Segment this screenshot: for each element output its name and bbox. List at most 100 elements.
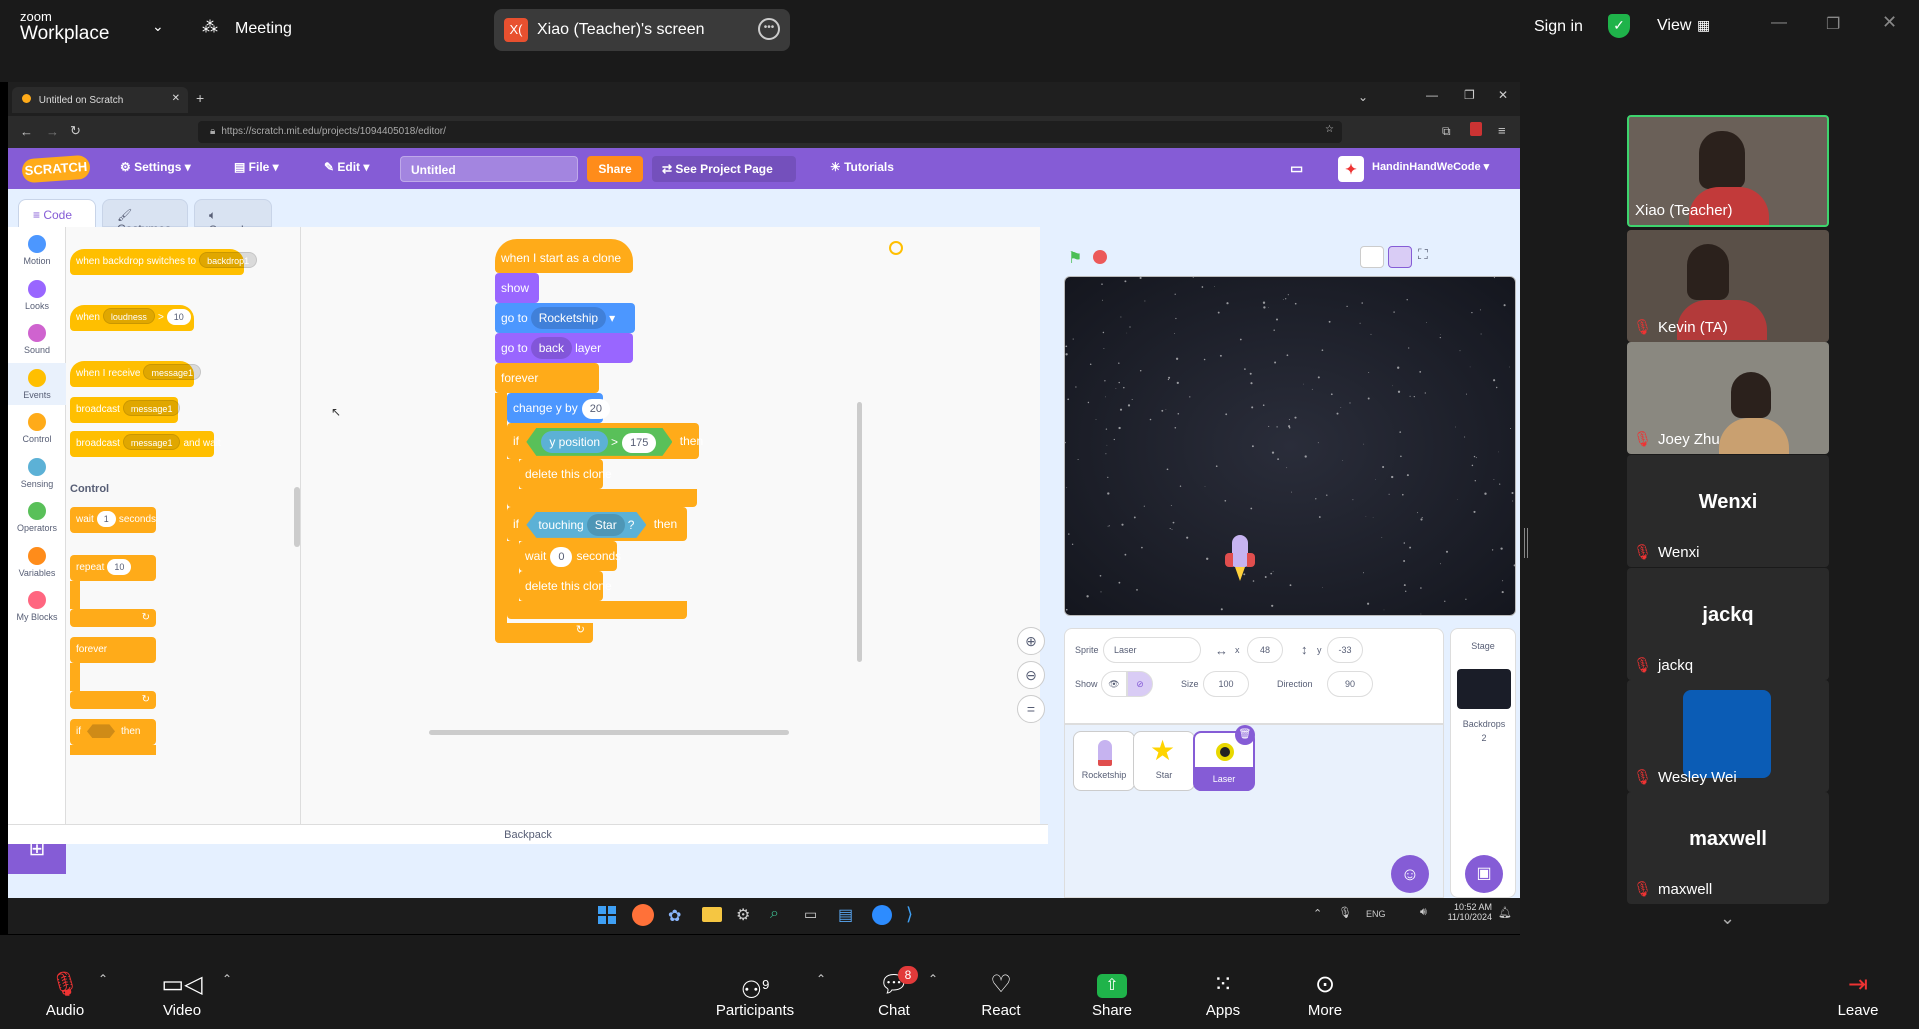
y-input[interactable]: -33 — [1327, 637, 1363, 663]
folder-icon[interactable]: ▭ — [1290, 160, 1303, 177]
backdrop-dropdown[interactable]: backdrop1 — [199, 252, 258, 268]
user-menu[interactable]: HandinHandWeCode ▾ — [1372, 160, 1489, 173]
choose-backdrop-button[interactable]: ▣ — [1465, 855, 1503, 893]
file-explorer-icon[interactable] — [702, 907, 722, 922]
block-delete-this-clone[interactable]: delete this clone — [519, 459, 612, 489]
category-looks[interactable]: Looks — [8, 274, 66, 316]
tutorials-menu[interactable]: ☀ Tutorials — [830, 160, 894, 174]
change-y-input[interactable]: 20 — [581, 399, 610, 419]
tray-language[interactable]: ENG — [1366, 909, 1386, 919]
settings-menu[interactable]: ⚙ Settings ▾ — [120, 160, 191, 174]
tab-list-icon[interactable]: ⌄ — [1358, 90, 1368, 104]
category-sensing[interactable]: Sensing — [8, 452, 66, 494]
green-flag-icon[interactable]: ⚑ — [1068, 248, 1082, 268]
tray-chevron-up-icon[interactable]: ⌃ — [1313, 907, 1322, 920]
size-input[interactable]: 100 — [1203, 671, 1249, 697]
stop-icon[interactable] — [1093, 250, 1107, 264]
show-visible-toggle[interactable]: 👁︎ — [1101, 671, 1127, 697]
direction-input[interactable]: 90 — [1327, 671, 1373, 697]
vscode-icon[interactable]: ⟩ — [906, 904, 913, 925]
normal-stage-button[interactable] — [1388, 246, 1412, 268]
zoom-out-button[interactable]: ⊖ — [1017, 661, 1045, 689]
message-dropdown[interactable]: message1 — [143, 364, 202, 380]
block-if-touching[interactable]: if touching Star? then — [507, 507, 687, 541]
search-app-icon[interactable]: ⌕ — [770, 905, 779, 923]
block-wait-seconds[interactable]: wait 0 seconds — [519, 541, 621, 571]
block-if-y-position[interactable]: if y position >175 then — [507, 423, 703, 459]
block-when-i-receive[interactable]: when I receive message1 — [70, 361, 202, 387]
loudness-dropdown[interactable]: loudness — [102, 308, 155, 324]
window-close-icon[interactable]: ✕ — [1498, 88, 1508, 102]
meeting-label[interactable]: Meeting — [235, 20, 292, 38]
apps-button[interactable]: ⁙ Apps — [1198, 968, 1248, 1019]
block-go-to[interactable]: go to Rocketship ▾ — [495, 303, 635, 333]
wait-input[interactable]: 1 — [96, 511, 116, 527]
chevron-down-icon[interactable]: ⌄ — [152, 18, 164, 35]
participants-options-chevron-icon[interactable]: ⌃ — [816, 972, 826, 986]
leave-button[interactable]: ⇥ Leave — [1832, 968, 1884, 1019]
tab-sounds[interactable]: 🔈︎ Sounds — [194, 199, 272, 237]
category-operators[interactable]: Operators — [8, 496, 66, 538]
category-control[interactable]: Control — [8, 407, 66, 449]
back-icon[interactable]: ← — [20, 124, 33, 139]
menu-icon[interactable]: ≡ — [1498, 123, 1506, 138]
block-show[interactable]: show — [495, 273, 539, 303]
wait-input[interactable]: 0 — [550, 547, 573, 567]
sprite-name-input[interactable]: Laser — [1103, 637, 1201, 663]
bookmark-star-icon[interactable]: ☆ — [1325, 124, 1334, 135]
touching-target-dropdown[interactable]: Star — [587, 514, 625, 536]
sign-in-link[interactable]: Sign in — [1534, 18, 1583, 36]
block-wait[interactable]: wait 1 seconds — [70, 507, 156, 533]
backpack-bar[interactable]: Backpack — [8, 824, 1048, 844]
more-button[interactable]: ⊙ More — [1300, 968, 1350, 1019]
category-my-blocks[interactable]: My Blocks — [8, 585, 66, 627]
tray-bell-icon[interactable]: 🔔︎ — [1498, 906, 1512, 919]
fullscreen-icon[interactable]: ⛶ — [1418, 246, 1428, 263]
workspace-horizontal-scrollbar[interactable] — [429, 730, 789, 735]
reload-icon[interactable]: ↻ — [70, 123, 81, 139]
edit-menu[interactable]: ✎ Edit ▾ — [324, 160, 369, 174]
show-hidden-toggle[interactable]: ⊘ — [1127, 671, 1153, 697]
sprite-thumb-star[interactable]: ★ Star — [1133, 731, 1195, 791]
y-position-reporter[interactable]: y position — [541, 431, 608, 453]
participant-tile[interactable]: 🎙︎ Kevin (TA) — [1627, 230, 1829, 342]
touching-sensor[interactable]: touching Star? — [526, 512, 646, 538]
category-variables[interactable]: Variables — [8, 541, 66, 583]
gear-app-icon[interactable]: ⚙ — [736, 905, 750, 925]
stage-canvas[interactable] — [1064, 276, 1516, 616]
windows-start-icon[interactable] — [598, 906, 616, 924]
file-menu[interactable]: ▤ File ▾ — [234, 160, 279, 174]
go-to-target-dropdown[interactable]: Rocketship — [530, 307, 607, 329]
hat-when-i-start-as-clone[interactable]: when I start as a clone — [495, 239, 633, 273]
gallery-scroll-down-icon[interactable]: ⌄ — [1720, 908, 1735, 929]
forward-icon[interactable]: → — [46, 124, 59, 139]
video-button[interactable]: ▭◁ Video — [156, 968, 208, 1019]
more-options-icon[interactable]: ••• — [758, 18, 780, 40]
browser-tab[interactable]: Untitled on Scratch ✕ — [12, 87, 188, 113]
block-when-backdrop-switches[interactable]: when backdrop switches to backdrop1 — [70, 249, 258, 275]
share-screen-button[interactable]: ⇧ Share — [1088, 968, 1136, 1019]
category-events[interactable]: Events — [8, 362, 66, 405]
block-go-to-layer[interactable]: go to back layer — [495, 333, 633, 363]
tab-close-icon[interactable]: ✕ — [172, 93, 180, 104]
participant-tile[interactable]: 🎙︎ Wesley Wei — [1627, 680, 1829, 792]
participant-tile[interactable]: Wenxi 🎙︎ Wenxi — [1627, 455, 1829, 567]
url-bar[interactable]: 🔒︎ https://scratch.mit.edu/projects/10944… — [198, 121, 1342, 143]
new-tab-icon[interactable]: + — [196, 90, 204, 106]
block-forever[interactable]: forever — [70, 637, 156, 663]
message-dropdown[interactable]: message1 — [122, 400, 181, 416]
tab-costumes[interactable]: 🖌︎ Costumes — [102, 199, 188, 236]
category-sound[interactable]: Sound — [8, 318, 66, 360]
participants-button[interactable]: ⚇9 Participants — [712, 968, 798, 1019]
project-title-input[interactable]: Untitled — [400, 156, 578, 182]
participant-tile[interactable]: 🎙︎ Joey Zhu — [1627, 342, 1829, 454]
sprite-thumb-rocketship[interactable]: Rocketship — [1073, 731, 1135, 791]
video-options-chevron-icon[interactable]: ⌃ — [222, 972, 232, 986]
participant-tile[interactable]: Xiao (Teacher) — [1627, 115, 1829, 227]
x-input[interactable]: 48 — [1247, 637, 1283, 663]
participant-tile[interactable]: maxwell 🎙︎ maxwell — [1627, 792, 1829, 904]
greater-than-operator[interactable]: y position >175 — [526, 428, 672, 456]
addon-icon[interactable] — [1470, 122, 1482, 136]
react-button[interactable]: ♡ React — [976, 968, 1026, 1019]
zoom-reset-button[interactable]: = — [1017, 695, 1045, 723]
